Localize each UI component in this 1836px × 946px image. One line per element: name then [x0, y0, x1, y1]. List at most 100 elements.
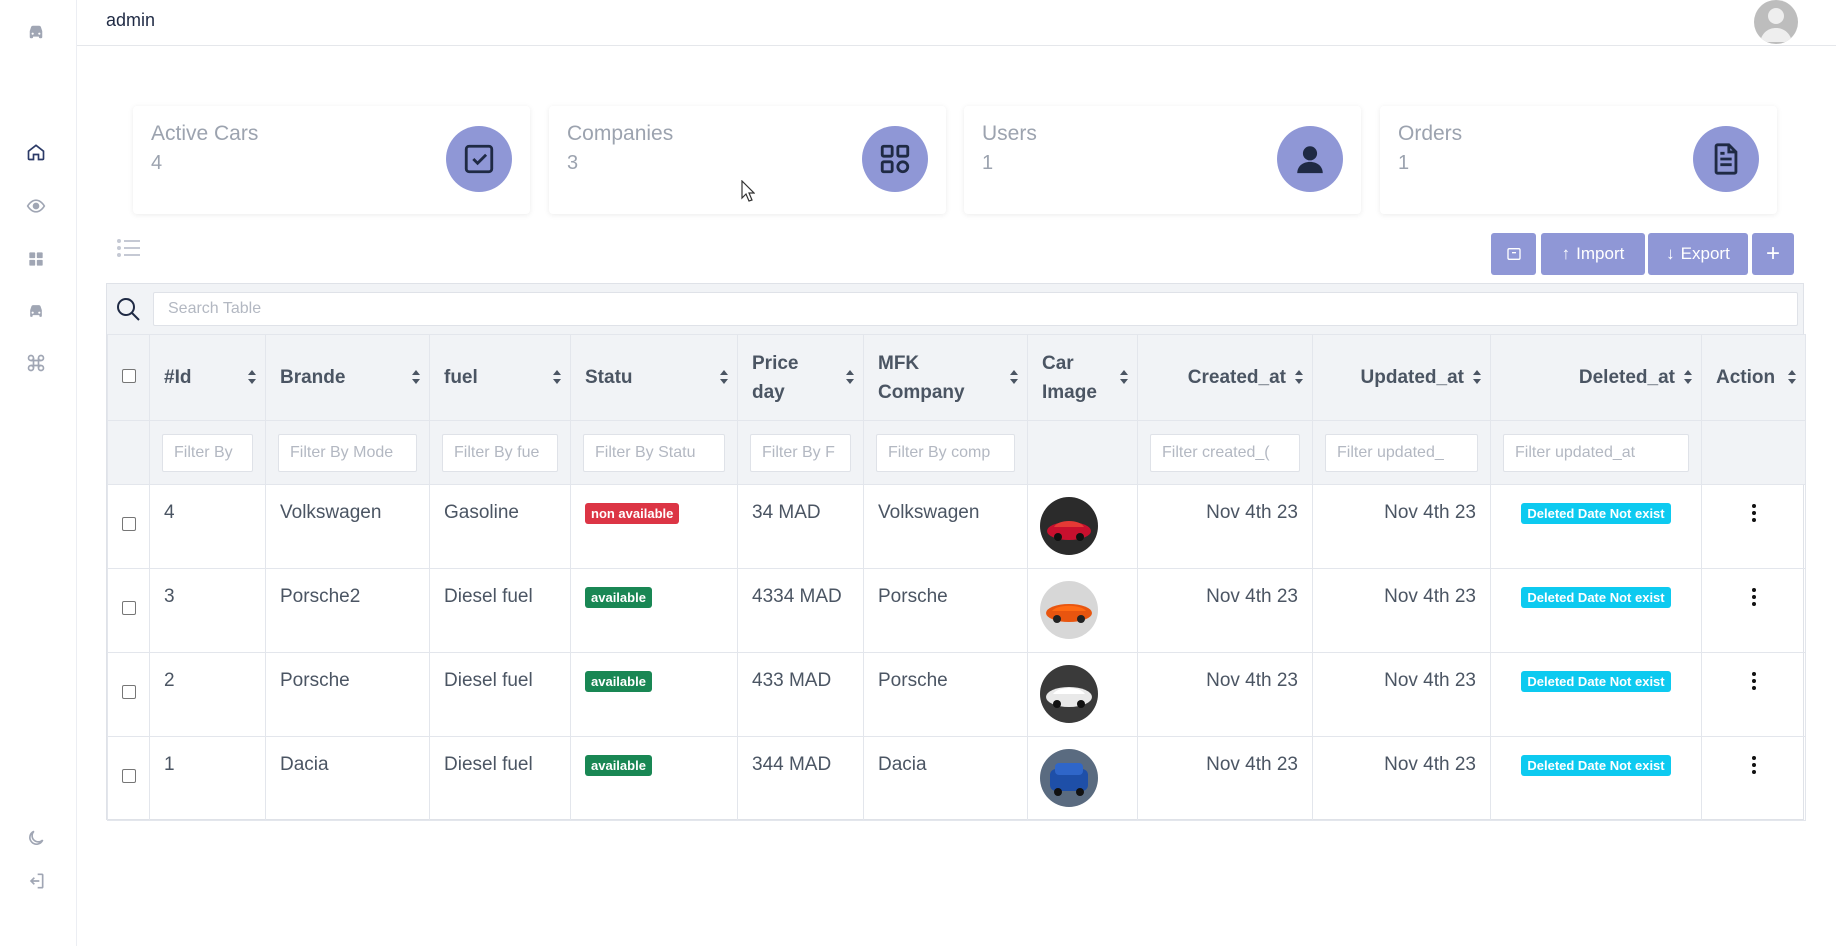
- car-icon[interactable]: [24, 299, 48, 323]
- price-cell: 344 MAD: [737, 736, 864, 821]
- archive-button[interactable]: [1491, 233, 1536, 275]
- column-header-price[interactable]: Price day: [737, 334, 864, 421]
- column-header-created[interactable]: Created_at: [1137, 334, 1313, 421]
- car-image: [1040, 749, 1098, 807]
- table-row[interactable]: 3 Porsche2 Diesel fuel available 4334 MA…: [107, 568, 1806, 653]
- home-icon[interactable]: [24, 140, 48, 164]
- sort-icon: [248, 370, 256, 384]
- column-header-status[interactable]: Statu: [570, 334, 738, 421]
- stat-card-title: Companies: [567, 122, 674, 145]
- import-button[interactable]: ↑ Import: [1541, 233, 1645, 275]
- row-checkbox[interactable]: [122, 517, 136, 531]
- filter-brand-input[interactable]: [278, 433, 417, 472]
- user-icon: [1277, 126, 1343, 192]
- created-cell: Nov 4th 23: [1137, 736, 1313, 821]
- table-row[interactable]: 4 Volkswagen Gasoline non available 34 M…: [107, 484, 1806, 569]
- deleted-badge: Deleted Date Not exist: [1521, 755, 1671, 776]
- search-input[interactable]: [153, 292, 1798, 326]
- logout-icon[interactable]: [24, 869, 48, 893]
- filter-price-input[interactable]: [750, 433, 851, 472]
- filter-cell: [107, 420, 150, 485]
- sort-icon: [412, 370, 420, 384]
- filter-cell: [1027, 420, 1138, 485]
- brand-cell: Dacia: [265, 736, 430, 821]
- image-cell: [1027, 484, 1138, 569]
- stat-card-users: Users 1: [964, 106, 1361, 214]
- column-header-updated[interactable]: Updated_at: [1312, 334, 1491, 421]
- status-cell: non available: [570, 484, 738, 569]
- more-vertical-icon[interactable]: [1751, 587, 1757, 607]
- table-row[interactable]: 2 Porsche Diesel fuel available 433 MAD …: [107, 652, 1806, 737]
- updated-cell: Nov 4th 23: [1312, 652, 1491, 737]
- sort-icon: [1684, 370, 1692, 384]
- deleted-cell: Deleted Date Not exist: [1490, 568, 1702, 653]
- sort-icon: [720, 370, 728, 384]
- filter-status-input[interactable]: [583, 433, 725, 472]
- filter-id-input[interactable]: [162, 433, 253, 472]
- table-row[interactable]: 1 Dacia Diesel fuel available 344 MAD Da…: [107, 736, 1806, 821]
- stat-card-title: Active Cars: [151, 122, 259, 145]
- status-badge: non available: [585, 503, 680, 524]
- apps-icon: [862, 126, 928, 192]
- car-icon[interactable]: [24, 20, 48, 44]
- column-header-brand[interactable]: Brande: [265, 334, 430, 421]
- filter-cell: [863, 420, 1028, 485]
- export-label: Export: [1680, 244, 1730, 263]
- filter-updated-input[interactable]: [1325, 433, 1478, 472]
- column-header-deleted[interactable]: Deleted_at: [1490, 334, 1702, 421]
- sort-icon: [1473, 370, 1481, 384]
- username: admin: [106, 10, 156, 30]
- plus-icon: +: [1765, 240, 1780, 267]
- more-vertical-icon[interactable]: [1751, 671, 1757, 691]
- topbar: admin: [77, 0, 1836, 46]
- price-cell: 433 MAD: [737, 652, 864, 737]
- avatar[interactable]: [1754, 0, 1798, 44]
- row-select-cell: [107, 652, 150, 737]
- brand-cell: Porsche2: [265, 568, 430, 653]
- stat-card-value: 1: [1398, 152, 1410, 174]
- grid-icon[interactable]: [24, 247, 48, 271]
- filter-cell: [1312, 420, 1491, 485]
- eye-icon[interactable]: [24, 194, 48, 218]
- data-table: #Id Brande fuel Statu Price day MFK Comp…: [106, 283, 1806, 821]
- export-button[interactable]: ↓ Export: [1648, 233, 1748, 275]
- filter-fuel-input[interactable]: [442, 433, 558, 472]
- filter-cell: [1490, 420, 1702, 485]
- id-cell: 4: [149, 484, 266, 569]
- action-cell: [1701, 484, 1806, 569]
- header-row: #Id Brande fuel Statu Price day MFK Comp…: [107, 334, 1806, 421]
- add-button[interactable]: +: [1752, 233, 1794, 275]
- price-cell: 34 MAD: [737, 484, 864, 569]
- brand-cell: Porsche: [265, 652, 430, 737]
- company-cell: Porsche: [863, 568, 1028, 653]
- filter-company-input[interactable]: [876, 433, 1015, 472]
- row-select-cell: [107, 568, 150, 653]
- fuel-cell: Diesel fuel: [429, 568, 571, 653]
- column-header-action[interactable]: Action: [1701, 334, 1806, 421]
- stat-card-value: 1: [982, 152, 994, 174]
- filter-row: [107, 420, 1806, 485]
- filter-cell: [1137, 420, 1313, 485]
- select-all-checkbox[interactable]: [122, 369, 136, 383]
- row-checkbox[interactable]: [122, 685, 136, 699]
- action-cell: [1701, 568, 1806, 653]
- filter-created-input[interactable]: [1150, 433, 1300, 472]
- moon-icon[interactable]: [24, 826, 48, 850]
- created-cell: Nov 4th 23: [1137, 568, 1313, 653]
- row-select-cell: [107, 484, 150, 569]
- row-checkbox[interactable]: [122, 601, 136, 615]
- column-header-id[interactable]: #Id: [149, 334, 266, 421]
- price-cell: 4334 MAD: [737, 568, 864, 653]
- more-vertical-icon[interactable]: [1751, 755, 1757, 775]
- more-vertical-icon[interactable]: [1751, 503, 1757, 523]
- row-checkbox[interactable]: [122, 769, 136, 783]
- filter-cell: [149, 420, 266, 485]
- column-header-fuel[interactable]: fuel: [429, 334, 571, 421]
- status-badge: available: [585, 755, 652, 776]
- column-header-company[interactable]: MFK Company: [863, 334, 1028, 421]
- command-icon[interactable]: [24, 351, 48, 375]
- list-icon[interactable]: [117, 238, 141, 258]
- column-header-image[interactable]: Car Image: [1027, 334, 1138, 421]
- filter-deleted-input[interactable]: [1503, 433, 1689, 472]
- arrow-down-icon: ↓: [1666, 244, 1675, 263]
